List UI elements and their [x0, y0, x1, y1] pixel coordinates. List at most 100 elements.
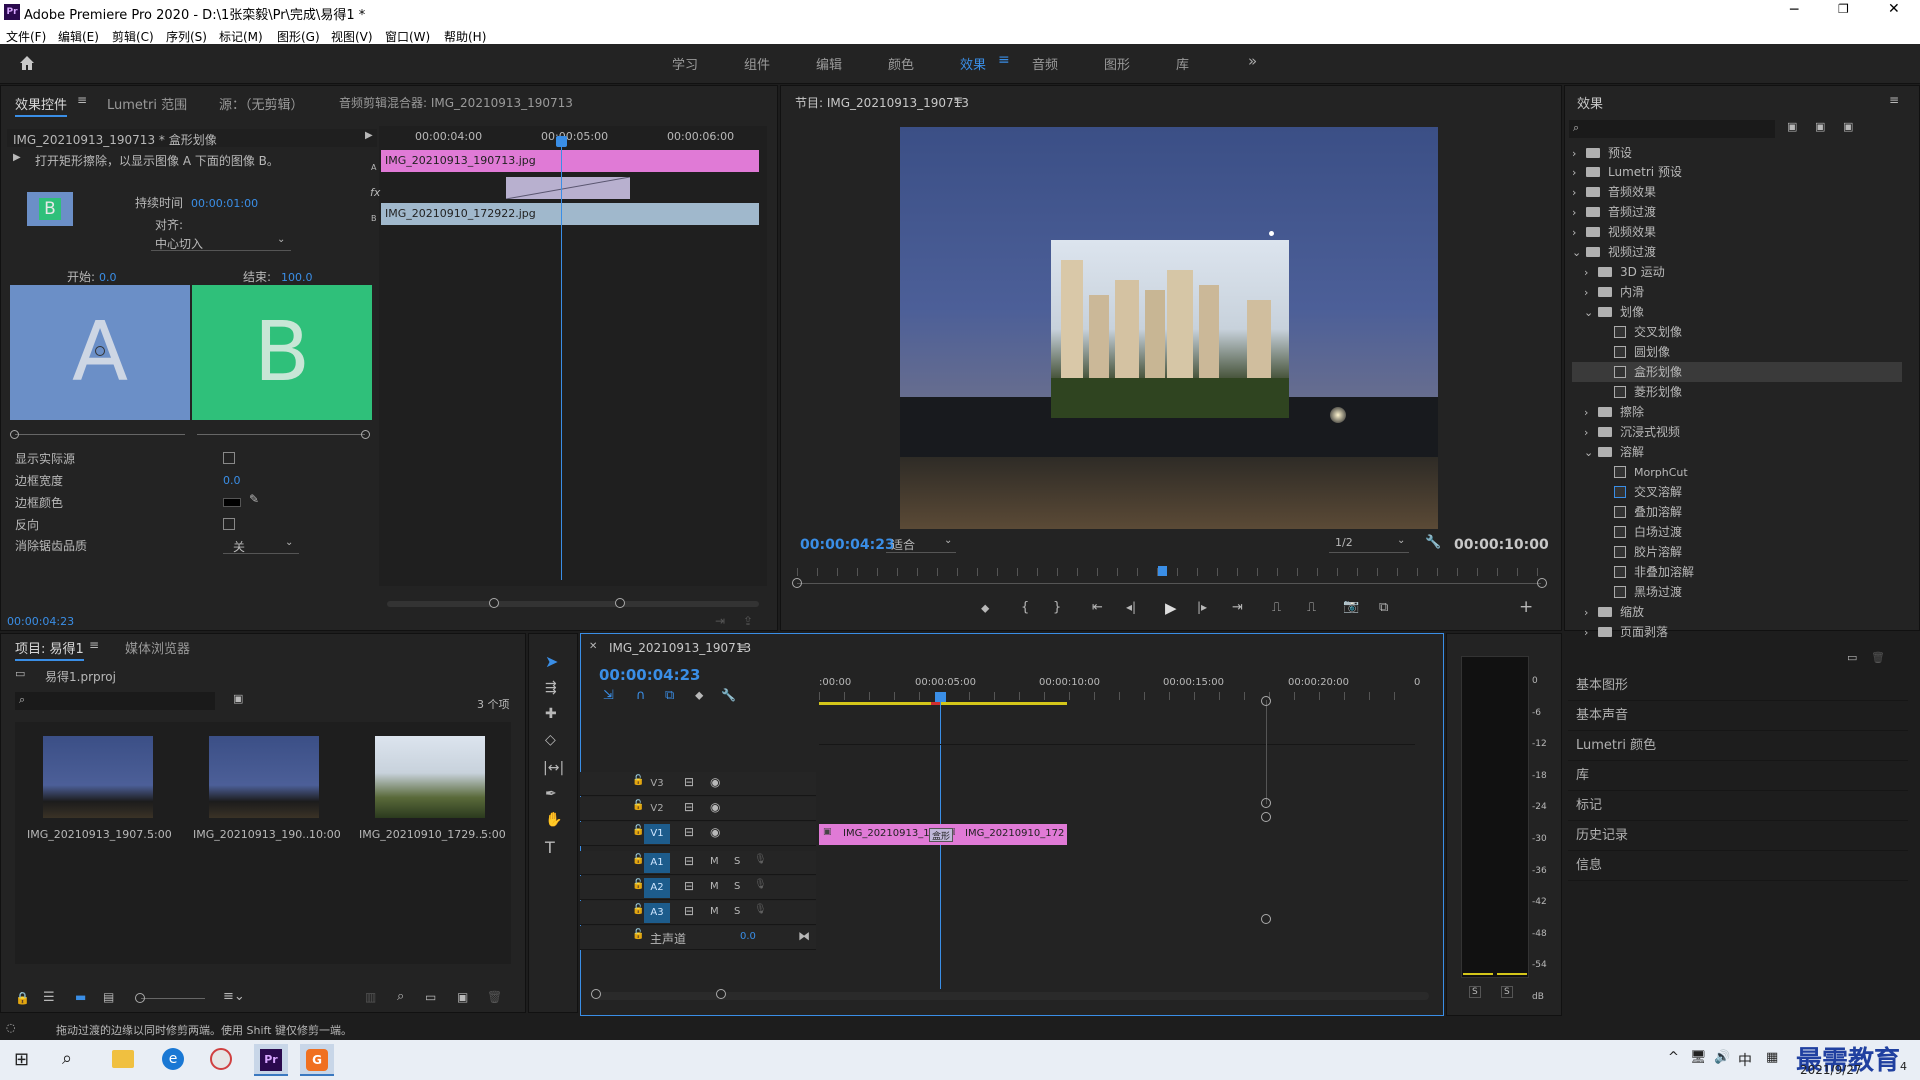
ripple-edit-tool-icon[interactable]: ✚	[545, 706, 557, 722]
find-bin-icon[interactable]: ▣	[233, 692, 243, 705]
go-to-in-icon[interactable]: ⇤	[1092, 600, 1103, 615]
extract-icon[interactable]: ⎍	[1307, 600, 1316, 615]
scroll-handle[interactable]	[1261, 812, 1271, 822]
menu-marker[interactable]: 标记(M)	[219, 28, 263, 45]
sync-lock-icon[interactable]: ⊟	[684, 854, 694, 868]
eye-icon[interactable]: ◉	[710, 775, 720, 789]
panel-menu-icon[interactable]: ≡	[737, 640, 747, 654]
hand-tool-icon[interactable]: ✋	[545, 812, 562, 828]
go-to-end-icon[interactable]: ⧓	[798, 929, 810, 943]
workspace-assembly[interactable]: 组件	[744, 54, 770, 73]
compare-icon[interactable]: ⧉	[1379, 600, 1388, 615]
new-item-icon[interactable]: ▣	[457, 990, 468, 1004]
scroll-handle[interactable]	[1261, 914, 1271, 924]
timeline-timecode[interactable]: 00:00:04:23	[599, 666, 701, 684]
menu-sequence[interactable]: 序列(S)	[166, 28, 207, 45]
eyedropper-icon[interactable]: ✎	[249, 492, 259, 506]
lock-icon[interactable]: 🔓	[632, 879, 644, 890]
solo-button[interactable]: S	[734, 856, 740, 867]
slip-tool-icon[interactable]: |↔|	[543, 760, 564, 776]
32bit-effects-icon[interactable]: ▣	[1815, 120, 1825, 133]
play-icon[interactable]: ▶	[1165, 599, 1177, 617]
effects-tree-item[interactable]: › 沉浸式视频	[1572, 422, 1680, 442]
add-marker-icon[interactable]: ⬥	[981, 601, 989, 616]
tab-project[interactable]: 项目: 易得1	[15, 638, 84, 661]
solo-left-button[interactable]: S	[1469, 986, 1481, 998]
project-item-thumb[interactable]	[375, 736, 485, 818]
search-icon[interactable]: ⌕	[62, 1048, 72, 1069]
premiere-taskbar-icon[interactable]: Pr	[254, 1044, 288, 1076]
collapsed-panel-header[interactable]: Lumetri 颜色	[1568, 731, 1908, 761]
collapsed-panel-header[interactable]: 历史记录	[1568, 821, 1908, 851]
track-target-button[interactable]: A2	[644, 878, 670, 898]
lock-icon[interactable]: 🔓	[632, 929, 644, 940]
export-icon[interactable]: ⇪	[743, 614, 753, 628]
paint-app-icon[interactable]	[210, 1048, 232, 1070]
windows-start-icon[interactable]: ⊞	[14, 1049, 29, 1070]
network-icon[interactable]: 🖥	[1690, 1050, 1707, 1065]
effects-tree-item[interactable]: ⌄ 划像	[1572, 302, 1644, 322]
anti-aliasing-dropdown[interactable]: 关 ⌄	[223, 537, 299, 554]
sync-lock-icon[interactable]: ⊟	[684, 825, 694, 839]
program-timecode[interactable]: 00:00:04:23	[800, 537, 895, 553]
timeline-transition[interactable]: 盒形	[929, 828, 953, 842]
border-width-value[interactable]: 0.0	[223, 474, 241, 487]
chevron-down-icon[interactable]: ⌄	[1572, 243, 1586, 263]
menu-window[interactable]: 窗口(W)	[385, 28, 430, 45]
accelerated-effects-icon[interactable]: ▣	[1787, 120, 1797, 133]
master-volume-value[interactable]: 0.0	[740, 931, 756, 942]
workspace-editing[interactable]: 编辑	[816, 54, 842, 73]
step-forward-icon[interactable]: |▸	[1197, 600, 1207, 614]
effects-tree-item[interactable]: 交叉溶解	[1572, 482, 1682, 502]
new-bin-icon[interactable]: ▭	[1847, 651, 1857, 664]
tab-source[interactable]: 源：（无剪辑）	[219, 94, 304, 113]
nest-icon[interactable]: ⇲	[603, 688, 614, 703]
effects-tree-item[interactable]: › 音频过渡	[1572, 202, 1656, 222]
selection-tool-icon[interactable]: ➤	[545, 652, 558, 671]
home-icon[interactable]	[18, 54, 36, 72]
go-to-out-icon[interactable]: ⇥	[1232, 600, 1243, 615]
workspace-libraries[interactable]: 库	[1176, 54, 1189, 73]
effects-tree-item[interactable]: › 内滑	[1572, 282, 1644, 302]
sort-icon[interactable]: ≡⌄	[223, 989, 245, 1004]
effects-tree-item[interactable]: ⌄ 溶解	[1572, 442, 1644, 462]
clear-icon[interactable]: 🗑	[487, 990, 502, 1004]
zoom-slider[interactable]	[141, 998, 205, 999]
menu-edit[interactable]: 编辑(E)	[58, 28, 99, 45]
snap-magnet-icon[interactable]: ∩	[636, 688, 646, 703]
tab-menu-icon[interactable]: ≡	[89, 638, 99, 652]
pen-tool-icon[interactable]: ✒	[545, 786, 557, 802]
effects-tree-item[interactable]: › 预设	[1572, 143, 1632, 163]
workspace-color[interactable]: 颜色	[888, 54, 914, 73]
mini-zoom-handle-right[interactable]	[615, 598, 625, 608]
recorder-app-icon[interactable]: G	[300, 1044, 334, 1076]
program-ruler[interactable]	[797, 568, 1543, 576]
mute-button[interactable]: M	[710, 881, 719, 892]
effects-tree-item[interactable]: › Lumetri 预设	[1572, 162, 1682, 182]
file-explorer-icon[interactable]	[112, 1050, 134, 1068]
effects-tree-item[interactable]: › 3D 运动	[1572, 262, 1665, 282]
scroll-handle-right[interactable]	[1537, 578, 1547, 588]
effects-tree-item[interactable]: ⌄ 视频过渡	[1572, 242, 1656, 262]
chevron-right-icon[interactable]: ›	[1584, 623, 1598, 643]
timeline-clip-2[interactable]: ▣ IMG_20210910_172	[943, 824, 1067, 845]
resolution-dropdown[interactable]: 1/2 ⌄	[1329, 535, 1409, 553]
type-tool-icon[interactable]: T	[545, 838, 555, 857]
settings-wrench-icon[interactable]: 🔧	[721, 688, 736, 702]
track-target-button[interactable]: V1	[644, 824, 670, 844]
collapsed-panel-header[interactable]: 库	[1568, 761, 1908, 791]
keyboard-icon[interactable]: ▦	[1766, 1050, 1778, 1065]
find-icon[interactable]: ⌕	[397, 989, 404, 1004]
mini-playhead-handle[interactable]	[556, 136, 567, 147]
eye-icon[interactable]: ◉	[710, 800, 720, 814]
minimize-button[interactable]: ─	[1790, 2, 1798, 18]
chevron-right-icon[interactable]: ›	[1572, 223, 1586, 243]
fit-dropdown[interactable]: 适合 ⌄	[886, 535, 956, 553]
chevron-down-icon[interactable]: ⌄	[1584, 443, 1598, 463]
settings-wrench-icon[interactable]: 🔧	[1425, 535, 1441, 550]
center-handle-icon[interactable]	[95, 346, 105, 356]
volume-icon[interactable]: 🔊	[1714, 1050, 1730, 1065]
effects-tree-item[interactable]: 菱形划像	[1572, 382, 1682, 402]
add-marker-icon[interactable]: ⬥	[695, 688, 703, 703]
effects-tree-item[interactable]: 非叠加溶解	[1572, 562, 1694, 582]
